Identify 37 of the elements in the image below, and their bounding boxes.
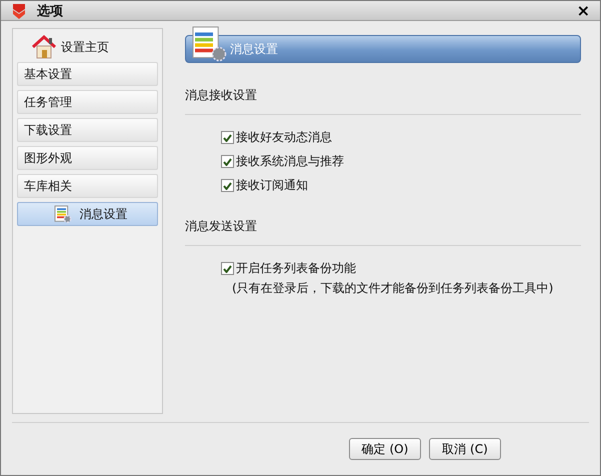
option-label: 接收系统消息与推荐 <box>236 153 344 170</box>
sidebar-tab[interactable]: 车库相关 <box>17 174 158 198</box>
sidebar-tab[interactable]: 消息设置 <box>17 202 158 226</box>
checkmark-icon <box>223 264 232 272</box>
checkbox[interactable] <box>221 131 234 144</box>
sidebar-tab[interactable]: 任务管理 <box>17 90 158 114</box>
option-label: 开启任务列表备份功能 <box>236 260 356 277</box>
home-nav-item[interactable]: 设置主页 <box>17 32 158 62</box>
header-title: 消息设置 <box>230 40 278 58</box>
checkbox-option[interactable]: 接收订阅通知 <box>221 177 581 194</box>
checkmark-icon <box>223 182 232 190</box>
close-button[interactable]: × <box>572 1 594 20</box>
app-logo-icon <box>11 2 27 20</box>
checkbox[interactable] <box>221 179 234 192</box>
checkbox-option[interactable]: 开启任务列表备份功能 <box>221 260 581 277</box>
checkbox-option[interactable]: 接收系统消息与推荐 <box>221 153 581 170</box>
dialog-button[interactable]: 取消 (C) <box>429 438 501 460</box>
checkbox-option[interactable]: 接收好友动态消息 <box>221 129 581 146</box>
window-title: 选项 <box>37 2 63 20</box>
option-label: 接收订阅通知 <box>236 177 308 194</box>
checkmark-icon <box>223 134 232 142</box>
checkmark-icon <box>223 158 232 166</box>
sidebar-tab[interactable]: 下载设置 <box>17 118 158 142</box>
option-note: (只有在登录后，下载的文件才能备份到任务列表备份工具中) <box>232 280 554 297</box>
group-title: 消息接收设置 <box>185 87 258 104</box>
house-icon <box>31 34 57 60</box>
sidebar-tab[interactable]: 基本设置 <box>17 62 158 86</box>
sidebar-tab[interactable]: 图形外观 <box>17 146 158 170</box>
checkbox[interactable] <box>221 262 234 275</box>
document-gear-icon <box>192 26 228 62</box>
option-label: 接收好友动态消息 <box>236 129 332 146</box>
nav-label: 设置主页 <box>61 38 109 56</box>
checkbox[interactable] <box>221 155 234 168</box>
dialog-button[interactable]: 确定 (O) <box>349 438 421 460</box>
document-gear-icon <box>54 205 72 223</box>
tab-label: 消息设置 <box>80 206 128 222</box>
group-title: 消息发送设置 <box>185 218 258 235</box>
